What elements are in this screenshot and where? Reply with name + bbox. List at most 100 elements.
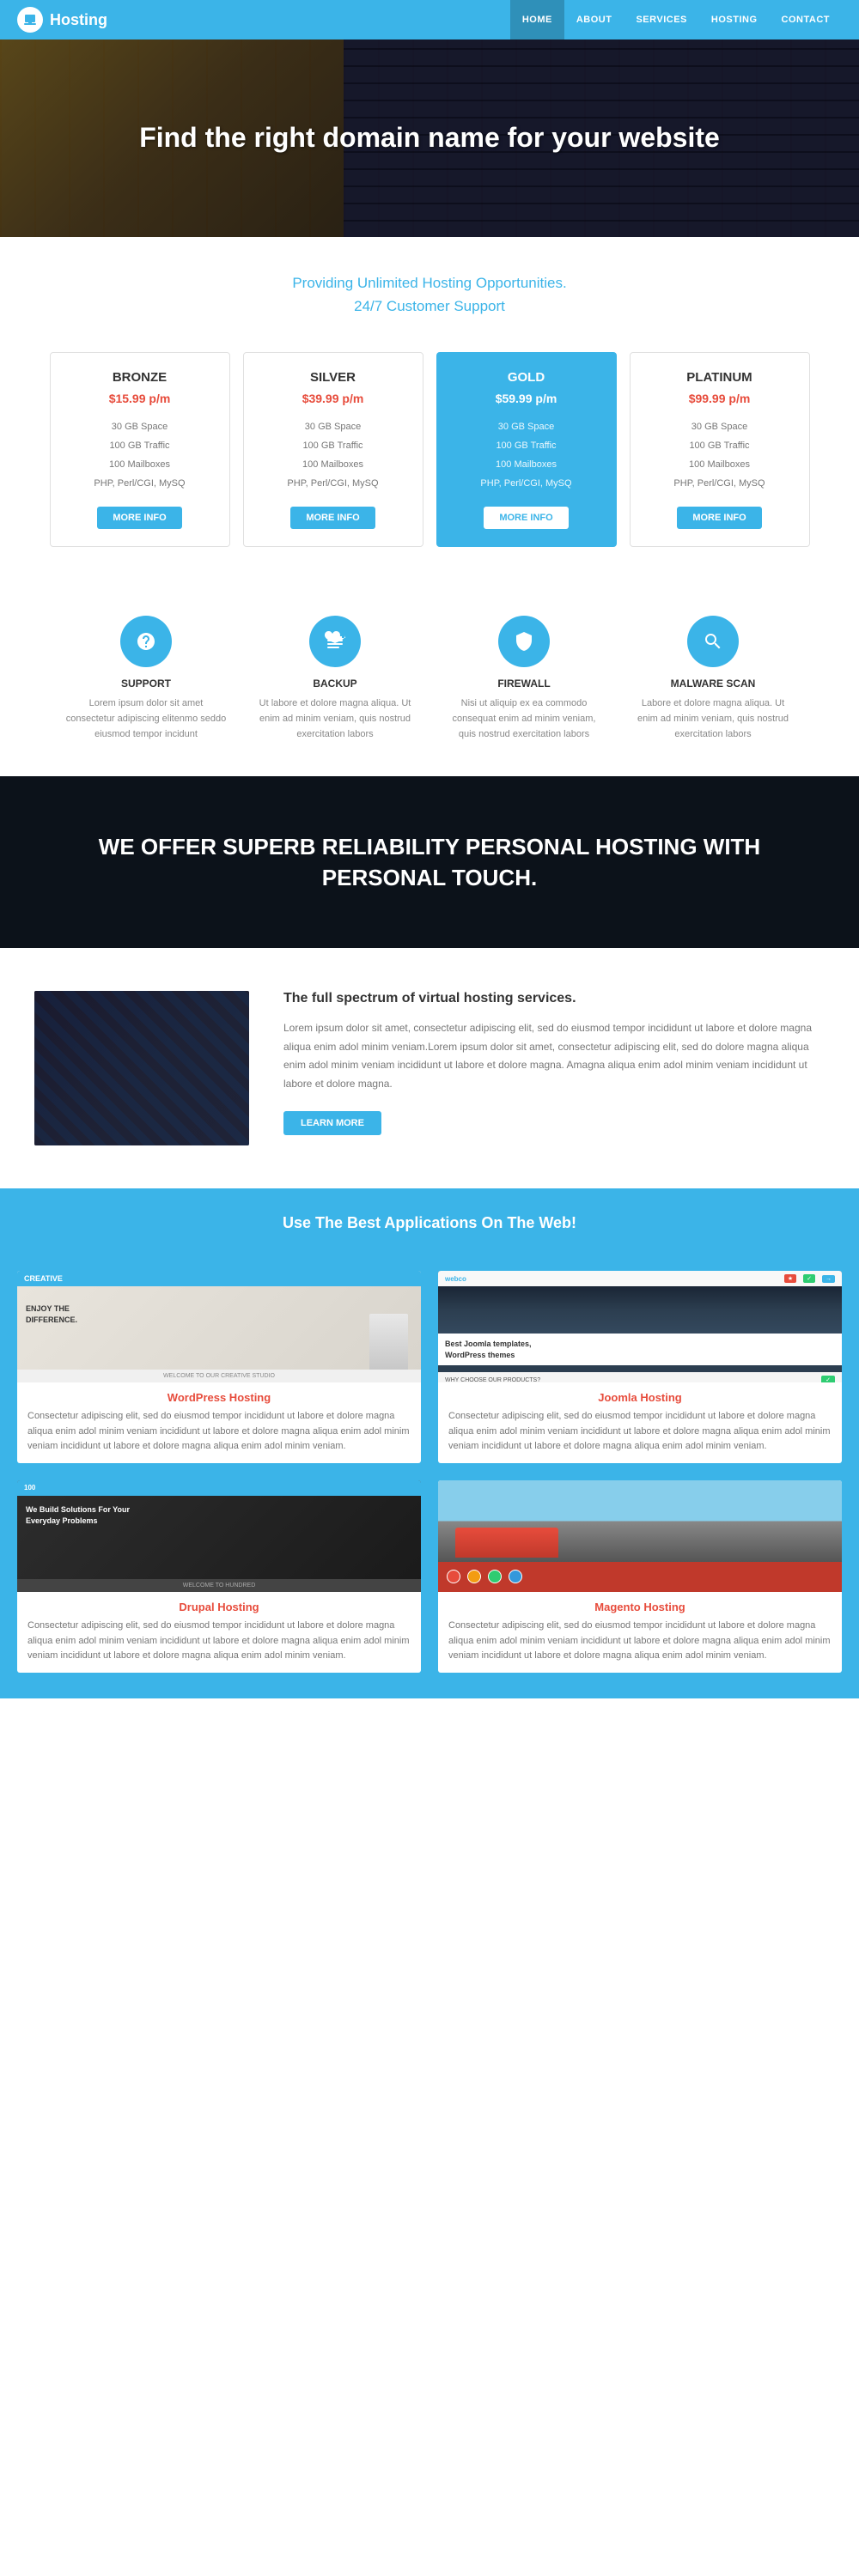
pricing-bronze: BRONZE $15.99 p/m 30 GB Space 100 GB Tra…	[50, 352, 230, 547]
malware-icon	[687, 616, 739, 667]
joomla-text-area: Best Joomla templates,WordPress themes	[438, 1334, 842, 1365]
drupal-desc: Consectetur adipiscing elit, sed do eius…	[27, 1619, 411, 1664]
silver-features: 30 GB Space 100 GB Traffic 100 Mailboxes…	[257, 417, 410, 493]
nav-home[interactable]: HOME	[510, 0, 564, 39]
gold-name: GOLD	[450, 370, 603, 385]
apps-headline: Use The Best Applications On The Web!	[17, 1214, 842, 1232]
magento-thumb	[438, 1480, 842, 1592]
drupal-thumb-bg: 100 We Build Solutions For YourEveryday …	[17, 1480, 421, 1592]
magento-bar	[438, 1562, 842, 1592]
reliability-section: WE OFFER SUPERB RELIABILITY PERSONAL HOS…	[0, 776, 859, 948]
magento-car	[455, 1528, 558, 1558]
silver-btn[interactable]: MORE INFO	[290, 507, 375, 529]
nav-contact[interactable]: CONTACT	[770, 0, 842, 39]
hero-content: Find the right domain name for your webs…	[122, 103, 737, 173]
hero-headline: Find the right domain name for your webs…	[139, 120, 720, 156]
apps-section: Use The Best Applications On The Web!	[0, 1188, 859, 1271]
backup-icon	[309, 616, 361, 667]
magento-thumb-bg	[438, 1480, 842, 1592]
drupal-title: Drupal Hosting	[27, 1601, 411, 1613]
app-drupal: 100 We Build Solutions For YourEveryday …	[17, 1480, 421, 1673]
platinum-price: $99.99 p/m	[643, 392, 796, 405]
drupal-header-label: 100	[24, 1484, 35, 1492]
wp-thumb-body: ENJOY THEDIFFERENCE. WELCOME TO OUR CREA…	[17, 1286, 421, 1382]
tagline-section: Providing Unlimited Hosting Opportunitie…	[0, 237, 859, 343]
wp-title: WordPress Hosting	[27, 1391, 411, 1404]
about-image	[34, 991, 249, 1145]
bronze-name: BRONZE	[64, 370, 216, 385]
drupal-footer: WELCOME TO HUNDRED	[17, 1579, 421, 1592]
reliability-headline: WE OFFER SUPERB RELIABILITY PERSONAL HOS…	[52, 831, 807, 894]
magento-dot-4	[509, 1570, 522, 1583]
about-body: Lorem ipsum dolor sit amet, consectetur …	[283, 1019, 825, 1093]
learn-more-btn[interactable]: LEARN MORE	[283, 1111, 381, 1135]
nav-menu: HOME ABOUT SERVICES HOSTING CONTACT	[510, 0, 842, 39]
platinum-btn[interactable]: MORE INFO	[677, 507, 761, 529]
service-malware: MALWARE SCAN Labore et dolore magna aliq…	[618, 616, 807, 742]
wp-desc: Consectetur adipiscing elit, sed do eius…	[27, 1409, 411, 1455]
gold-btn[interactable]: MORE INFO	[484, 507, 568, 529]
wp-thumb-header: CREATIVE	[17, 1271, 421, 1286]
firewall-icon	[498, 616, 550, 667]
service-firewall: FIREWALL Nisi ut aliquip ex ea commodo c…	[430, 616, 618, 742]
tagline-line1: Providing Unlimited Hosting Opportunitie…	[292, 275, 566, 291]
joomla-thumb: webco ★ ✓ → Best Joomla templates,WordPr…	[438, 1271, 842, 1382]
magento-title: Magento Hosting	[448, 1601, 832, 1613]
wp-text-overlay: ENJOY THEDIFFERENCE.	[26, 1303, 77, 1325]
tagline-text: Providing Unlimited Hosting Opportunitie…	[17, 271, 842, 318]
malware-desc: Labore et dolore magna aliqua. Ut enim a…	[631, 696, 795, 742]
wp-thumb-bg: CREATIVE ENJOY THEDIFFERENCE. WELCOME TO…	[17, 1271, 421, 1382]
pricing-gold: GOLD $59.99 p/m 30 GB Space 100 GB Traff…	[436, 352, 617, 547]
tagline-line2: 24/7 Customer Support	[354, 298, 505, 314]
service-support: SUPPORT Lorem ipsum dolor sit amet conse…	[52, 616, 241, 742]
services-section: SUPPORT Lorem ipsum dolor sit amet conse…	[0, 590, 859, 776]
magento-dot-3	[488, 1570, 502, 1583]
pricing-section: BRONZE $15.99 p/m 30 GB Space 100 GB Tra…	[0, 343, 859, 590]
joomla-title: Joomla Hosting	[448, 1391, 832, 1404]
pricing-platinum: PLATINUM $99.99 p/m 30 GB Space 100 GB T…	[630, 352, 810, 547]
wp-footer: WELCOME TO OUR CREATIVE STUDIO	[17, 1370, 421, 1382]
bronze-btn[interactable]: MORE INFO	[97, 507, 181, 529]
why-label: WHY CHOOSE OUR PRODUCTS?	[445, 1377, 540, 1382]
malware-title: MALWARE SCAN	[631, 677, 795, 690]
magento-desc: Consectetur adipiscing elit, sed do eius…	[448, 1619, 832, 1664]
joomla-city-img	[438, 1286, 842, 1334]
service-backup: BACKUP Ut labore et dolore magna aliqua.…	[241, 616, 430, 742]
navbar: Hosting HOME ABOUT SERVICES HOSTING CONT…	[0, 0, 859, 39]
app-wordpress: CREATIVE ENJOY THEDIFFERENCE. WELCOME TO…	[17, 1271, 421, 1463]
about-section: The full spectrum of virtual hosting ser…	[0, 948, 859, 1188]
gold-price: $59.99 p/m	[450, 392, 603, 405]
app-joomla: webco ★ ✓ → Best Joomla templates,WordPr…	[438, 1271, 842, 1463]
wp-header-label: CREATIVE	[24, 1274, 63, 1283]
joomla-card-info: Joomla Hosting Consectetur adipiscing el…	[438, 1382, 842, 1463]
brand-label: Hosting	[50, 11, 107, 29]
platinum-features: 30 GB Space 100 GB Traffic 100 Mailboxes…	[643, 417, 796, 493]
drupal-text: We Build Solutions For YourEveryday Prob…	[26, 1504, 412, 1528]
joomla-header: webco ★ ✓ →	[438, 1271, 842, 1286]
drupal-header: 100	[17, 1480, 421, 1496]
support-title: SUPPORT	[64, 677, 228, 690]
bronze-price: $15.99 p/m	[64, 392, 216, 405]
firewall-desc: Nisi ut aliquip ex ea commodo consequat …	[442, 696, 606, 742]
nav-about[interactable]: ABOUT	[564, 0, 624, 39]
support-icon	[120, 616, 172, 667]
platinum-name: PLATINUM	[643, 370, 796, 385]
brand: Hosting	[17, 7, 107, 33]
nav-hosting[interactable]: HOSTING	[699, 0, 770, 39]
drupal-card-info: Drupal Hosting Consectetur adipiscing el…	[17, 1592, 421, 1673]
nav-services[interactable]: SERVICES	[624, 0, 698, 39]
pricing-silver: SILVER $39.99 p/m 30 GB Space 100 GB Tra…	[243, 352, 423, 547]
silver-name: SILVER	[257, 370, 410, 385]
support-desc: Lorem ipsum dolor sit amet consectetur a…	[64, 696, 228, 742]
joomla-desc: Consectetur adipiscing elit, sed do eius…	[448, 1409, 832, 1455]
hero-section: Find the right domain name for your webs…	[0, 39, 859, 237]
wp-card-info: WordPress Hosting Consectetur adipiscing…	[17, 1382, 421, 1463]
apps-grid: CREATIVE ENJOY THEDIFFERENCE. WELCOME TO…	[0, 1271, 859, 1698]
app-magento: Magento Hosting Consectetur adipiscing e…	[438, 1480, 842, 1673]
about-title: The full spectrum of virtual hosting ser…	[283, 991, 825, 1006]
magento-dot-1	[447, 1570, 460, 1583]
backup-title: BACKUP	[253, 677, 417, 690]
backup-desc: Ut labore et dolore magna aliqua. Ut eni…	[253, 696, 417, 742]
bronze-features: 30 GB Space 100 GB Traffic 100 Mailboxes…	[64, 417, 216, 493]
firewall-title: FIREWALL	[442, 677, 606, 690]
